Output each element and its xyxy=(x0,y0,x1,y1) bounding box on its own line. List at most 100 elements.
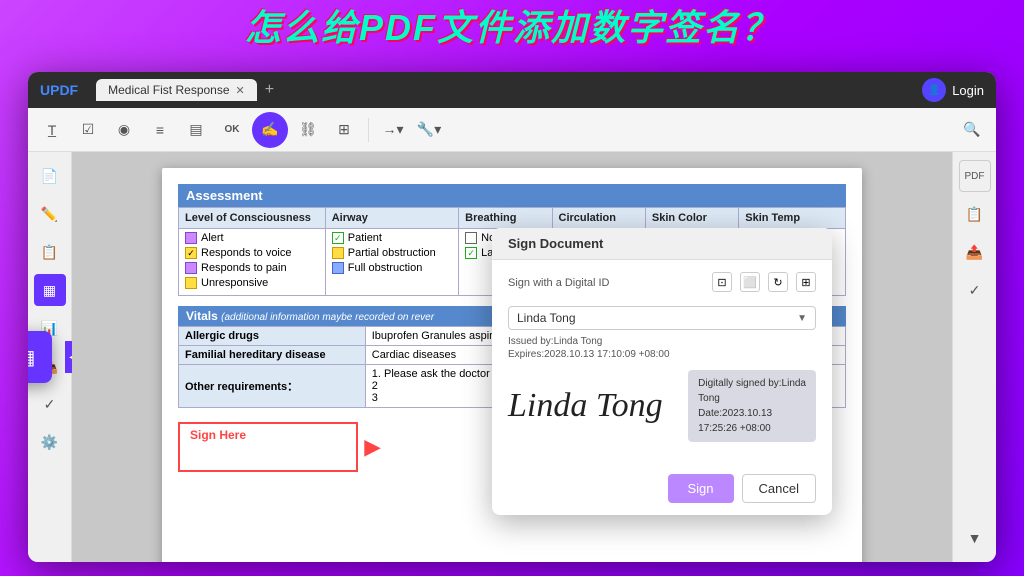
floating-thumbnail[interactable]: ▦ xyxy=(28,331,52,383)
right-sidebar-icon-upload[interactable]: 📤 xyxy=(959,236,991,268)
patient-checkbox[interactable]: ✓ xyxy=(332,232,344,244)
sidebar-icon-grid[interactable]: ▦ xyxy=(34,274,66,306)
sign-document-modal: Sign Document Sign with a Digital ID ⊡ ⬜… xyxy=(492,228,832,515)
toolbar-right: 🔍 xyxy=(956,114,988,146)
right-sidebar-icon-page[interactable]: PDF xyxy=(959,160,991,192)
field-tool-button[interactable]: ▤ xyxy=(180,114,212,146)
airway-full[interactable]: Full obstruction xyxy=(332,262,452,274)
main-area: 📄 ✏️ 📋 ▦ 📊 📤 ✓ ⚙️ ◀ ▦ Assessment xyxy=(28,152,996,562)
pain-checkbox[interactable] xyxy=(185,262,197,274)
sig-detail-time: 17:25:26 +08:00 xyxy=(698,421,806,436)
title-bar: UPDF Medical Fist Response ✕ + 👤 Login xyxy=(28,72,996,108)
cancel-button[interactable]: Cancel xyxy=(742,474,816,503)
tab-label: Medical Fist Response xyxy=(108,83,229,97)
toolbar-separator xyxy=(368,118,369,142)
link-tool-button[interactable]: ⛓ xyxy=(292,114,324,146)
sig-detail-line1: Digitally signed by:Linda xyxy=(698,376,806,391)
partial-label: Partial obstruction xyxy=(348,247,436,259)
digital-id-dropdown[interactable]: Linda Tong ▼ xyxy=(508,306,816,330)
sidebar-icon-settings[interactable]: ⚙️ xyxy=(34,426,66,458)
sig-detail-date: Date:2023.10.13 xyxy=(698,406,806,421)
dropdown-value: Linda Tong xyxy=(517,311,576,325)
alert-checkbox[interactable] xyxy=(185,232,197,244)
wrench-tool-button[interactable]: 🔧▾ xyxy=(413,114,445,146)
sidebar-icon-clipboard[interactable]: 📋 xyxy=(34,236,66,268)
unresponsive-checkbox[interactable] xyxy=(185,277,197,289)
patient-label: Patient xyxy=(348,232,382,244)
vitals-header-title: Vitals xyxy=(186,309,218,323)
tab-close-icon[interactable]: ✕ xyxy=(236,84,245,97)
col-header-consciousness: Level of Consciousness xyxy=(179,208,326,229)
right-sidebar: PDF 📋 📤 ✓ ▼ xyxy=(952,152,996,562)
toolbar: T̲ ☑ ◉ ≡ ▤ OK ✍ ⛓ ⊞ →▾ 🔧▾ 🔍 xyxy=(28,108,996,152)
expires-text: Expires:2028.10.13 17:10:09 +08:00 xyxy=(508,349,816,360)
modal-icon-4[interactable]: ⊞ xyxy=(796,272,816,292)
search-icon-button[interactable]: 🔍 xyxy=(956,114,988,146)
vitals-header-subtitle: (additional information maybe recorded o… xyxy=(221,312,434,323)
modal-header: Sign Document xyxy=(492,228,832,260)
top-banner: 怎么给PDF文件添加数字签名？ xyxy=(0,0,1024,52)
ok-tool-button[interactable]: OK xyxy=(216,114,248,146)
right-sidebar-icon-check[interactable]: ✓ xyxy=(959,274,991,306)
pain-label: Responds to pain xyxy=(201,262,287,274)
allergic-drugs-label: Allergic drugs xyxy=(179,327,366,346)
normal-checkbox[interactable] xyxy=(465,232,477,244)
signature-preview: Linda Tong Digitally signed by:Linda Ton… xyxy=(508,370,816,442)
active-tab[interactable]: Medical Fist Response ✕ xyxy=(96,79,257,101)
full-checkbox[interactable] xyxy=(332,262,344,274)
airway-partial[interactable]: Partial obstruction xyxy=(332,247,452,259)
voice-label: Responds to voice xyxy=(201,247,292,259)
sign-here-box[interactable]: Sign Here ▶ xyxy=(178,422,358,472)
consciousness-pain[interactable]: Responds to pain xyxy=(185,262,319,274)
tab-add-icon[interactable]: + xyxy=(265,81,274,99)
unresponsive-label: Unresponsive xyxy=(201,277,268,289)
consciousness-cell: Alert ✓ Responds to voice Responds to pa… xyxy=(179,229,326,296)
assessment-header: Assessment xyxy=(178,184,846,207)
full-label: Full obstruction xyxy=(348,262,423,274)
other-requirements-label: Other requirements： xyxy=(179,365,366,408)
signature-name: Linda Tong xyxy=(508,387,676,425)
arrow-tool-button[interactable]: →▾ xyxy=(377,114,409,146)
col-header-breathing: Breathing xyxy=(459,208,552,229)
dropdown-arrow-icon: ▼ xyxy=(797,313,807,324)
sidebar-icon-edit[interactable]: ✏️ xyxy=(34,198,66,230)
sidebar-icon-page[interactable]: 📄 xyxy=(34,160,66,192)
airway-cell: ✓ Patient Partial obstruction xyxy=(325,229,458,296)
pdf-area: Assessment Level of Consciousness Airway… xyxy=(72,152,952,562)
modal-icon-1[interactable]: ⊡ xyxy=(712,272,732,292)
modal-icon-2[interactable]: ⬜ xyxy=(740,272,760,292)
modal-body: Sign with a Digital ID ⊡ ⬜ ↻ ⊞ Linda Ton… xyxy=(492,260,832,466)
login-button[interactable]: 👤 Login xyxy=(922,78,984,102)
sign-here-arrow-icon: ▶ xyxy=(365,435,380,460)
voice-checkbox[interactable]: ✓ xyxy=(185,247,197,259)
checkbox-tool-button[interactable]: ☑ xyxy=(72,114,104,146)
hereditary-disease-label: Familial hereditary disease xyxy=(179,346,366,365)
left-sidebar: 📄 ✏️ 📋 ▦ 📊 📤 ✓ ⚙️ ◀ ▦ xyxy=(28,152,72,562)
list-tool-button[interactable]: ≡ xyxy=(144,114,176,146)
modal-section-title: Sign with a Digital ID xyxy=(508,277,610,289)
alert-label: Alert xyxy=(201,232,224,244)
modal-icon-3[interactable]: ↻ xyxy=(768,272,788,292)
consciousness-alert[interactable]: Alert xyxy=(185,232,319,244)
laboued-checkbox[interactable]: ✓ xyxy=(465,247,477,259)
sig-detail-line2: Tong xyxy=(698,391,806,406)
grid-tool-button[interactable]: ⊞ xyxy=(328,114,360,146)
login-label: Login xyxy=(952,83,984,98)
col-header-skintemp: Skin Temp xyxy=(739,208,846,229)
signature-details: Digitally signed by:Linda Tong Date:2023… xyxy=(688,370,816,442)
text-tool-button[interactable]: T̲ xyxy=(36,114,68,146)
consciousness-unresponsive[interactable]: Unresponsive xyxy=(185,277,319,289)
right-sidebar-icon-down[interactable]: ▼ xyxy=(959,522,991,554)
avatar: 👤 xyxy=(922,78,946,102)
sign-button[interactable]: Sign xyxy=(668,474,734,503)
sign-tool-button[interactable]: ✍ xyxy=(252,112,288,148)
sidebar-icon-check[interactable]: ✓ xyxy=(34,388,66,420)
col-header-circulation: Circulation xyxy=(552,208,645,229)
modal-icon-row: ⊡ ⬜ ↻ ⊞ xyxy=(712,272,816,292)
sign-here-label: Sign Here xyxy=(190,428,246,442)
radio-tool-button[interactable]: ◉ xyxy=(108,114,140,146)
partial-checkbox[interactable] xyxy=(332,247,344,259)
right-sidebar-icon-clipboard[interactable]: 📋 xyxy=(959,198,991,230)
airway-patient[interactable]: ✓ Patient xyxy=(332,232,452,244)
consciousness-voice[interactable]: ✓ Responds to voice xyxy=(185,247,319,259)
